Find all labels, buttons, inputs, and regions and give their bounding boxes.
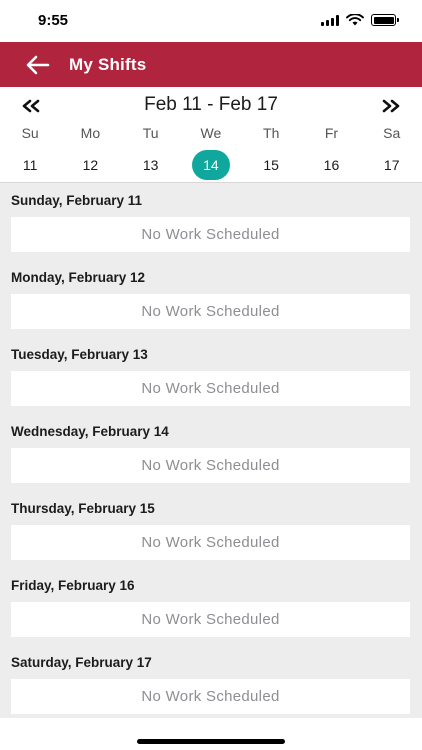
week-navigator: Feb 11 - Feb 17 Su 11 Mo 12 Tu 13 We 14 …: [0, 87, 422, 183]
selected-day-number: 14: [191, 150, 230, 180]
arrow-left-icon: [26, 55, 50, 74]
day-heading: Thursday, February 15: [11, 501, 155, 516]
day-thursday[interactable]: Th 15: [241, 123, 301, 180]
shift-card[interactable]: No Work Scheduled: [11, 448, 410, 483]
wifi-icon: [346, 14, 364, 26]
day-heading: Friday, February 16: [11, 578, 135, 593]
day-abbreviation: We: [200, 125, 222, 141]
status-time: 9:55: [38, 12, 69, 29]
app-header: My Shifts: [0, 42, 422, 87]
day-abbreviation: Mo: [80, 125, 101, 141]
page-title: My Shifts: [69, 54, 147, 74]
status-bar: 9:55: [0, 0, 422, 42]
day-wednesday[interactable]: We 14: [181, 123, 241, 180]
shift-card[interactable]: No Work Scheduled: [11, 602, 410, 637]
shift-card[interactable]: No Work Scheduled: [11, 294, 410, 329]
day-heading: Monday, February 12: [11, 270, 146, 285]
day-section: Wednesday, February 14 No Work Scheduled: [0, 414, 422, 491]
status-icons: [321, 14, 399, 26]
day-abbreviation: Fr: [324, 125, 339, 141]
day-friday[interactable]: Fr 16: [301, 123, 361, 180]
week-range-row: Feb 11 - Feb 17: [0, 93, 422, 119]
weekday-selector: Su 11 Mo 12 Tu 13 We 14 Th 15 Fr 16 Sa 1…: [0, 123, 422, 180]
shift-card[interactable]: No Work Scheduled: [11, 679, 410, 714]
day-abbreviation: Tu: [142, 125, 159, 141]
shift-card[interactable]: No Work Scheduled: [11, 525, 410, 560]
day-heading: Sunday, February 11: [11, 193, 143, 208]
day-number: 11: [22, 157, 38, 173]
week-range-label: Feb 11 - Feb 17: [144, 94, 278, 115]
day-number: 13: [142, 157, 159, 173]
day-number: 15: [263, 157, 279, 173]
back-button[interactable]: [23, 50, 53, 80]
day-section: Saturday, February 17 No Work Scheduled: [0, 645, 422, 722]
double-chevron-right-icon: [382, 99, 400, 113]
day-section: Sunday, February 11 No Work Scheduled: [0, 183, 422, 260]
day-heading: Saturday, February 17: [11, 655, 152, 670]
day-abbreviation: Sa: [383, 125, 401, 141]
day-saturday[interactable]: Sa 17: [362, 123, 422, 180]
day-section: Friday, February 16 No Work Scheduled: [0, 568, 422, 645]
day-number: 17: [383, 157, 400, 173]
day-section: Tuesday, February 13 No Work Scheduled: [0, 337, 422, 414]
day-section: Monday, February 12 No Work Scheduled: [0, 260, 422, 337]
day-section: Thursday, February 15 No Work Scheduled: [0, 491, 422, 568]
battery-icon: [371, 14, 399, 26]
schedule-list[interactable]: Sunday, February 11 No Work Scheduled Mo…: [0, 183, 422, 718]
day-monday[interactable]: Mo 12: [60, 123, 120, 180]
shift-card[interactable]: No Work Scheduled: [11, 217, 410, 252]
day-abbreviation: Th: [263, 125, 280, 141]
day-heading: Tuesday, February 13: [11, 347, 148, 362]
day-tuesday[interactable]: Tu 13: [121, 123, 181, 180]
day-number: 16: [323, 157, 340, 173]
day-number: 12: [82, 157, 99, 173]
next-week-button[interactable]: [376, 93, 406, 119]
day-heading: Wednesday, February 14: [11, 424, 169, 439]
shift-card[interactable]: No Work Scheduled: [11, 371, 410, 406]
signal-icon: [321, 14, 339, 26]
day-sunday[interactable]: Su 11: [0, 123, 60, 180]
home-indicator[interactable]: [137, 739, 285, 744]
home-area: [0, 718, 422, 750]
day-abbreviation: Su: [21, 125, 39, 141]
